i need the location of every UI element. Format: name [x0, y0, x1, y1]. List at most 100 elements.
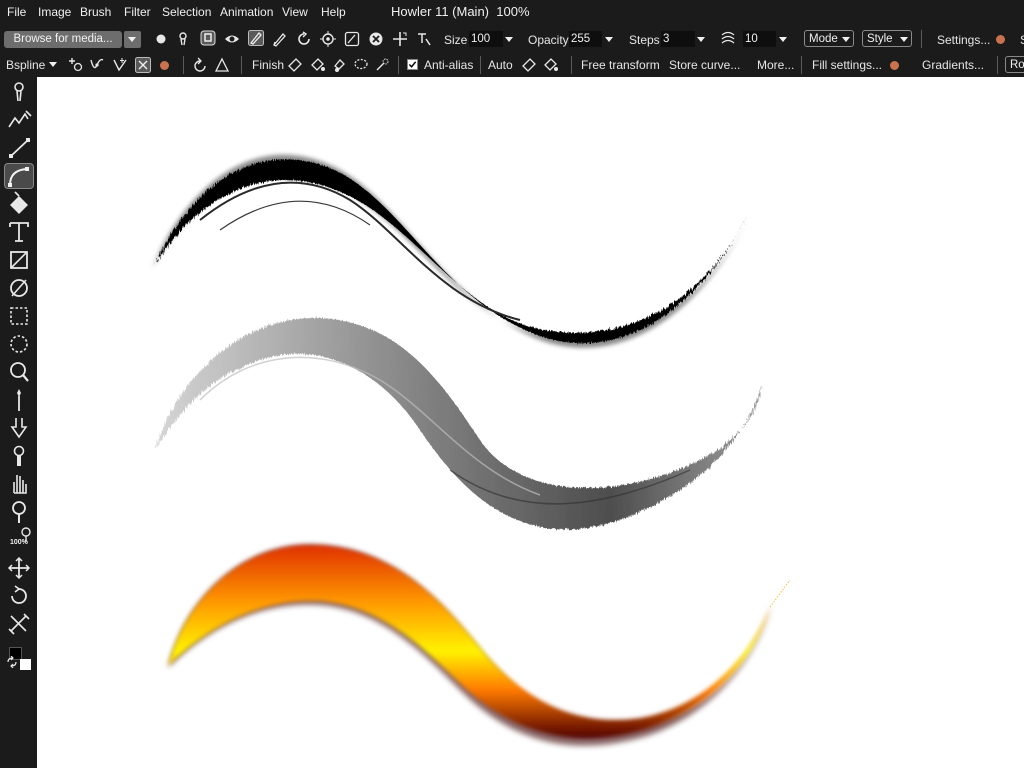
fill-bucket-icon[interactable]	[310, 57, 326, 73]
menu-brush[interactable]: Brush	[80, 5, 111, 19]
line-tool[interactable]	[4, 135, 34, 161]
crosshair-plus-icon[interactable]	[392, 31, 408, 47]
steps-input[interactable]: 3	[661, 31, 695, 47]
ellipse-select-tool[interactable]	[4, 331, 34, 357]
delete-point-icon[interactable]	[135, 57, 151, 73]
settings-button[interactable]: Settings...	[937, 33, 990, 47]
app-name: Howler 11 (Main)	[391, 4, 490, 19]
close-circle-icon[interactable]	[368, 31, 384, 47]
spacing-dropdown-icon[interactable]	[779, 37, 787, 42]
corner-point-icon[interactable]	[112, 57, 128, 73]
rotate-point-icon[interactable]	[192, 57, 208, 73]
stamp-icon[interactable]	[200, 30, 216, 46]
rotate-icon	[11, 585, 27, 604]
more-button[interactable]: More...	[757, 58, 794, 72]
lasso-icon	[10, 362, 29, 382]
free-transform-button[interactable]: Free transform	[581, 58, 660, 72]
toolbar-separator	[921, 30, 922, 48]
magic-select-icon[interactable]	[374, 57, 390, 73]
text-effect-icon[interactable]	[416, 31, 432, 47]
auto-fill-icon[interactable]	[543, 57, 559, 73]
rect-select-tool[interactable]	[4, 303, 34, 329]
clone-tool[interactable]	[4, 443, 34, 469]
move-tool[interactable]	[4, 555, 34, 581]
mode-dropdown[interactable]: Mode	[804, 30, 854, 47]
eyedropper-tool[interactable]	[4, 499, 34, 525]
zoom-tool[interactable]: 100%	[4, 525, 34, 551]
paint-bucket-icon	[10, 191, 28, 214]
menu-help[interactable]: Help	[321, 5, 346, 19]
store-curve-button[interactable]: Store curve...	[669, 58, 740, 72]
spacing-input[interactable]: 10	[743, 31, 776, 47]
opacity-dropdown-icon[interactable]	[605, 37, 613, 42]
stroke-tool[interactable]	[4, 107, 34, 133]
finish-button[interactable]: Finish	[252, 58, 284, 72]
swap-colors-icon[interactable]	[6, 656, 18, 668]
curve-type-dropdown[interactable]: Bspline	[6, 58, 45, 72]
pencil-icon[interactable]	[272, 31, 288, 47]
color-swatches[interactable]	[6, 643, 34, 671]
menu-file[interactable]: File	[7, 5, 26, 19]
secondary-color-swatch[interactable]	[20, 659, 31, 670]
drawing-canvas[interactable]	[37, 77, 1024, 768]
size-dropdown-icon[interactable]	[505, 37, 513, 42]
rectangle-icon	[10, 251, 28, 269]
pan-tool[interactable]	[4, 471, 34, 497]
lasso-tool[interactable]	[4, 359, 34, 385]
opacity-input[interactable]: 255	[569, 31, 602, 47]
toolbar-overflow[interactable]: S	[1020, 33, 1024, 47]
smudge-tool[interactable]	[4, 415, 34, 441]
curve-tool[interactable]	[4, 163, 34, 189]
text-icon	[9, 222, 29, 242]
ellipse-shape-tool[interactable]	[4, 275, 34, 301]
close-curve-icon[interactable]	[160, 61, 169, 70]
menu-animation[interactable]: Animation	[220, 5, 273, 19]
rotate-dropdown[interactable]: Rot	[1005, 56, 1024, 73]
antialias-checkbox[interactable]	[407, 59, 418, 70]
menu-view[interactable]: View	[282, 5, 308, 19]
rotate-tool[interactable]	[4, 583, 34, 609]
curve-type-chevron-icon[interactable]	[49, 62, 57, 67]
magic-wand-tool[interactable]	[4, 387, 34, 413]
toolbar-separator	[801, 56, 802, 74]
fire-brush-stroke	[168, 545, 791, 746]
browse-media-button[interactable]: Browse for media...	[4, 31, 122, 48]
toolbar-separator	[997, 56, 998, 74]
size-input[interactable]: 100	[469, 31, 503, 47]
round-brush-icon[interactable]	[153, 31, 169, 47]
brush-shape-icon[interactable]	[175, 31, 191, 47]
transform-tool[interactable]	[4, 611, 34, 637]
target-icon[interactable]	[320, 31, 336, 47]
eye-icon[interactable]	[224, 31, 240, 47]
menu-bar: File Image Brush Filter Selection Animat…	[0, 0, 1024, 25]
auto-button[interactable]: Auto	[488, 58, 513, 72]
opacity-label: Opacity	[528, 33, 569, 47]
paint-drop-icon[interactable]	[332, 57, 348, 73]
triangle-shape-icon[interactable]	[214, 57, 230, 73]
auto-eraser-icon[interactable]	[521, 57, 537, 73]
style-dropdown[interactable]: Style	[862, 30, 912, 47]
steps-label: Steps	[629, 33, 660, 47]
browse-dropdown-button[interactable]	[124, 31, 141, 48]
brush-tool[interactable]	[4, 79, 34, 105]
menu-image[interactable]: Image	[38, 5, 71, 19]
close-fill-icon[interactable]	[890, 61, 899, 70]
edit-box-icon[interactable]	[344, 31, 360, 47]
pen-selected-icon[interactable]	[248, 30, 264, 46]
text-tool[interactable]	[4, 219, 34, 245]
rectangle-shape-tool[interactable]	[4, 247, 34, 273]
gradients-button[interactable]: Gradients...	[922, 58, 984, 72]
lasso-fill-icon[interactable]	[353, 57, 369, 73]
grey-brush-stroke	[155, 317, 762, 530]
clone-stamp-icon	[13, 445, 25, 466]
refresh-icon[interactable]	[296, 31, 312, 47]
steps-dropdown-icon[interactable]	[697, 37, 705, 42]
curve-point-icon[interactable]	[89, 57, 105, 73]
eraser-icon[interactable]	[287, 57, 303, 73]
fill-settings-button[interactable]: Fill settings...	[812, 58, 882, 72]
fill-tool[interactable]	[4, 191, 34, 217]
add-point-icon[interactable]	[68, 57, 84, 73]
close-settings-icon[interactable]	[996, 35, 1005, 44]
menu-filter[interactable]: Filter	[124, 5, 151, 19]
menu-selection[interactable]: Selection	[162, 5, 211, 19]
